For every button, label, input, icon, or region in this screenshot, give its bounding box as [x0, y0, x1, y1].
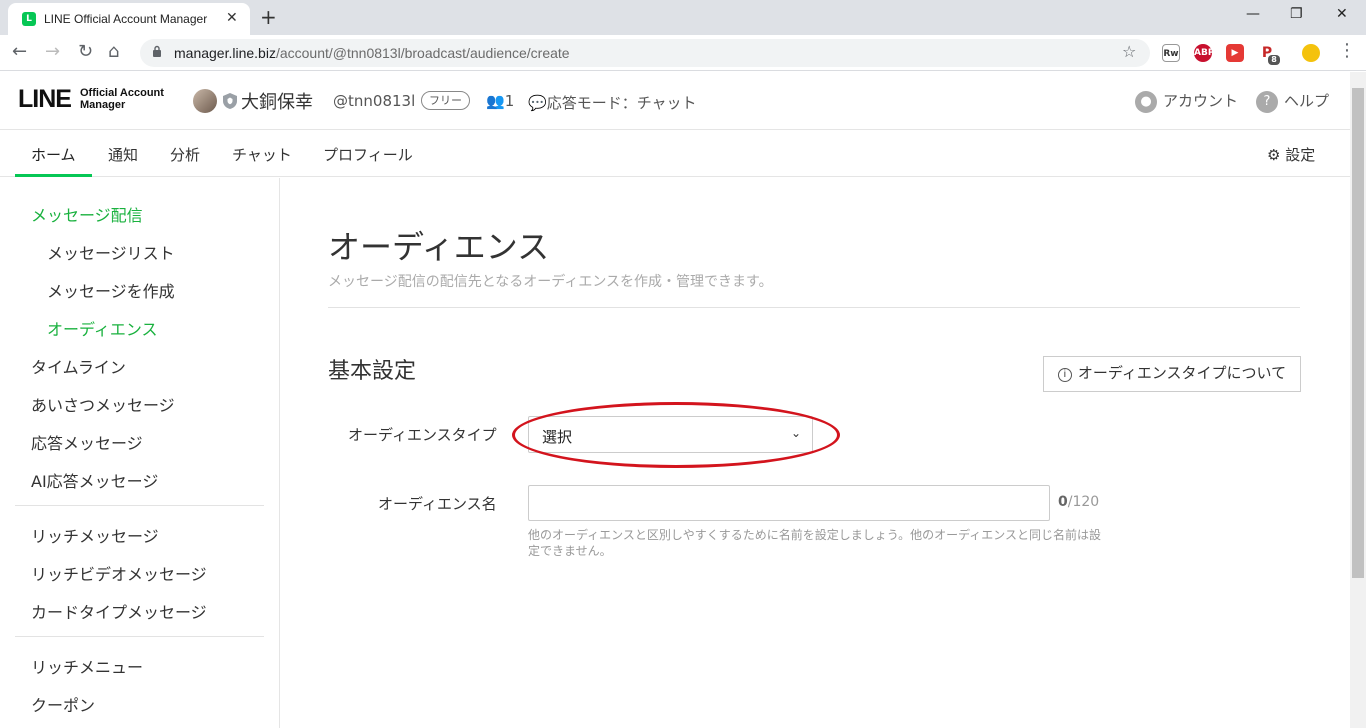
reload-icon[interactable]: ↻ — [78, 41, 93, 62]
sidebar-item-ai-response[interactable]: AI応答メッセージ — [31, 468, 158, 492]
close-tab-icon[interactable]: ✕ — [226, 10, 238, 26]
sidebar: メッセージ配信 メッセージリスト メッセージを作成 オーディエンス タイムライン… — [0, 178, 280, 728]
browser-toolbar: ← → ↻ ⌂ manager.line.biz/account/@tnn081… — [0, 35, 1366, 71]
shield-icon — [223, 93, 237, 109]
friend-count-value: 1 — [504, 92, 515, 110]
browser-tab[interactable]: L LINE Official Account Manager ✕ — [8, 3, 250, 35]
content-divider — [328, 307, 1300, 308]
response-mode[interactable]: 💬応答モード：チャット — [528, 92, 697, 113]
sidebar-item-response[interactable]: 応答メッセージ — [31, 430, 143, 454]
sidebar-divider — [15, 505, 264, 506]
help-icon: ? — [1256, 90, 1278, 113]
extension-badge: 8 — [1268, 55, 1280, 65]
sidebar-item-rich-video[interactable]: リッチビデオメッセージ — [31, 561, 207, 585]
tab-notifications[interactable]: 通知 — [108, 144, 138, 165]
account-link[interactable]: ● アカウント — [1135, 90, 1238, 113]
logo-subtitle-line2: Manager — [80, 99, 126, 111]
minimize-icon[interactable]: — — [1246, 6, 1260, 22]
main-nav: ホーム 通知 分析 チャット プロフィール ⚙ 設定 — [0, 131, 1350, 177]
settings-label: 設定 — [1285, 146, 1316, 164]
section-title: 基本設定 — [328, 359, 417, 384]
audience-name-input[interactable] — [528, 485, 1050, 521]
sidebar-item-card-type[interactable]: カードタイプメッセージ — [31, 599, 207, 623]
forward-icon[interactable]: → — [45, 41, 60, 62]
chrome-menu-icon[interactable]: ⋮ — [1338, 40, 1356, 61]
back-icon[interactable]: ← — [12, 41, 27, 62]
extension-video-icon[interactable]: ▶ — [1226, 44, 1244, 62]
sidebar-item-message-list[interactable]: メッセージリスト — [47, 240, 175, 264]
sidebar-item-timeline[interactable]: タイムライン — [31, 354, 126, 378]
bookmark-star-icon[interactable]: ☆ — [1122, 42, 1136, 61]
scrollbar-thumb[interactable] — [1352, 88, 1364, 578]
settings-link[interactable]: ⚙ 設定 — [1267, 144, 1315, 165]
active-tab-indicator — [15, 174, 92, 177]
extension-rw-icon[interactable]: Rw — [1162, 44, 1180, 62]
sidebar-divider — [15, 636, 264, 637]
audience-name-help-text: 他のオーディエンスと区別しやすくするために名前を設定しましょう。他のオーディエン… — [528, 528, 1102, 558]
url-host: manager.line.biz — [174, 45, 276, 61]
logo-subtitle-line1: Official Account — [80, 87, 164, 99]
sidebar-item-message-delivery[interactable]: メッセージ配信 — [31, 202, 143, 226]
about-audience-type-button[interactable]: i オーディエンスタイプについて — [1043, 356, 1301, 392]
tab-title: LINE Official Account Manager — [44, 12, 208, 26]
new-tab-icon[interactable]: + — [260, 5, 277, 29]
sidebar-item-rich-message[interactable]: リッチメッセージ — [31, 523, 159, 547]
page-description: メッセージ配信の配信先となるオーディエンスを作成・管理できます。 — [328, 274, 773, 290]
restore-icon[interactable]: ❐ — [1290, 6, 1303, 22]
account-avatar[interactable] — [193, 89, 217, 113]
gear-icon: ⚙ — [1267, 146, 1281, 164]
logo-subtitle: Official Account Manager — [80, 87, 164, 111]
sidebar-item-greeting[interactable]: あいさつメッセージ — [31, 392, 175, 416]
page-title: オーディエンス — [328, 228, 550, 266]
site-header: LINE Official Account Manager 大銅保幸 @tnn0… — [0, 72, 1350, 130]
sidebar-item-create-message[interactable]: メッセージを作成 — [47, 278, 175, 302]
adblock-icon[interactable]: ABP — [1194, 44, 1214, 62]
help-link[interactable]: ? ヘルプ — [1256, 90, 1329, 113]
browser-tabstrip: L LINE Official Account Manager ✕ + — ❐ … — [0, 0, 1366, 35]
line-logo[interactable]: LINE — [18, 85, 72, 114]
address-bar[interactable]: manager.line.biz/account/@tnn0813l/broad… — [140, 39, 1150, 67]
profile-avatar-icon[interactable] — [1302, 44, 1320, 62]
home-icon[interactable]: ⌂ — [108, 41, 119, 62]
page-scrollbar[interactable] — [1350, 72, 1366, 728]
tab-profile[interactable]: プロフィール — [323, 144, 413, 165]
lock-icon — [153, 45, 161, 57]
audience-type-label: オーディエンスタイプ — [348, 426, 497, 444]
info-icon: i — [1057, 368, 1072, 382]
friends-icon: 👥 — [486, 92, 505, 110]
counter-current: 0 — [1058, 494, 1068, 510]
account-name[interactable]: 大銅保幸 — [241, 88, 313, 114]
tab-home[interactable]: ホーム — [31, 144, 76, 165]
line-favicon-icon: L — [22, 12, 36, 26]
about-button-label: オーディエンスタイプについて — [1077, 365, 1287, 382]
tab-chat[interactable]: チャット — [232, 144, 292, 165]
response-mode-label: 応答モード：チャット — [546, 94, 697, 112]
sidebar-item-coupon[interactable]: クーポン — [31, 692, 95, 716]
window-close-icon[interactable]: ✕ — [1336, 6, 1348, 22]
counter-max: /120 — [1067, 494, 1100, 510]
url-text: manager.line.biz/account/@tnn0813l/broad… — [174, 45, 570, 61]
tab-analytics[interactable]: 分析 — [170, 144, 200, 165]
account-link-label: アカウント — [1163, 92, 1239, 110]
sidebar-item-audience[interactable]: オーディエンス — [47, 316, 158, 340]
url-path: /account/@tnn0813l/broadcast/audience/cr… — [275, 45, 570, 61]
audience-name-label: オーディエンス名 — [378, 495, 497, 513]
plan-badge: フリー — [421, 91, 470, 110]
user-icon: ● — [1135, 90, 1157, 113]
sidebar-item-rich-menu[interactable]: リッチメニュー — [31, 654, 143, 678]
chat-bubble-icon: 💬 — [528, 94, 547, 112]
character-counter: 0/120 — [1058, 494, 1099, 510]
account-id: @tnn0813l — [333, 92, 416, 110]
red-highlight-circle — [512, 402, 840, 468]
friend-count: 👥1 — [486, 92, 514, 110]
help-link-label: ヘルプ — [1284, 92, 1330, 110]
